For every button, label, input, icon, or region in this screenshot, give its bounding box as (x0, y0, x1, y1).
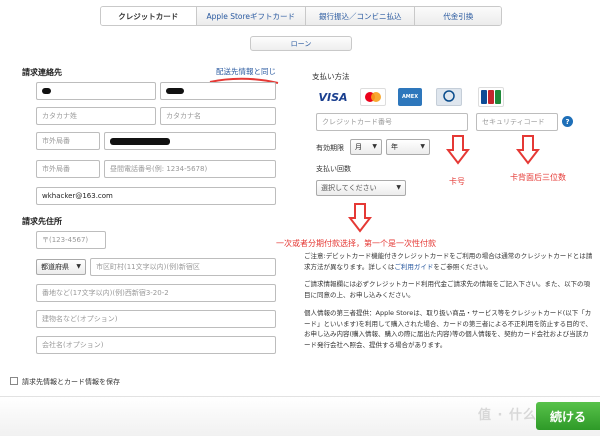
amex-logo-text: AMEX (401, 94, 419, 100)
annotation-security-code: 卡背面后三位数 (510, 173, 566, 182)
expiry-year-value: 年 (391, 143, 398, 151)
security-code-field[interactable]: セキュリティコード (476, 113, 558, 131)
visa-logo-icon: VISA (316, 87, 350, 107)
expiry-label: 有効期限 (316, 144, 344, 152)
installments-select[interactable]: 選択してください ▼ (316, 180, 406, 196)
debit-card-notice: ご注意:デビットカード機能付きクレジットカードをご利用の場合は通常のクレジットカ… (304, 251, 594, 272)
usage-guide-link[interactable]: ご利用ガイド (394, 263, 433, 271)
street-address-field[interactable]: 番地など(17文字以内)(例)西新宿3-20-2 (36, 284, 276, 302)
chevron-down-icon: ▼ (420, 143, 425, 150)
card-number-field[interactable]: クレジットカード番号 (316, 113, 468, 131)
prefecture-value: 都道府県 (41, 263, 69, 271)
chevron-down-icon: ▼ (396, 184, 401, 191)
postal-code-field[interactable]: 〒(123-4567) (36, 231, 106, 249)
annotation-arrow-down-icon (348, 203, 372, 233)
annotation-arrow-down-icon (516, 135, 540, 165)
payment-method-label: 支払い方法 (312, 72, 350, 81)
billing-address-title: 請求先住所 (22, 217, 62, 226)
diners-logo-icon (436, 88, 462, 106)
expiry-month-select[interactable]: 月 ▼ (350, 139, 382, 155)
area-code-field-2[interactable]: 市外局番 (36, 160, 100, 178)
first-name-kana-field[interactable]: カタカナ名 (160, 107, 276, 125)
privacy-notice: 個人情報の第三者提供：Apple Storeは、取り扱い商品・サービス等をクレジ… (304, 309, 592, 349)
notice-text-end: をご参照ください。 (433, 262, 492, 271)
first-name-field[interactable] (160, 82, 276, 100)
redaction-mark (110, 137, 170, 145)
expiry-year-select[interactable]: 年 ▼ (386, 139, 430, 155)
continue-button[interactable]: 続ける (536, 402, 600, 430)
help-icon[interactable]: ? (562, 116, 573, 127)
area-code-field[interactable]: 市外局番 (36, 132, 100, 150)
building-field[interactable]: 建物名など(オプション) (36, 310, 276, 328)
chevron-down-icon: ▼ (372, 143, 377, 150)
chevron-down-icon: ▼ (76, 263, 81, 270)
billing-contact-title: 請求連絡先 (22, 68, 62, 77)
redaction-mark (42, 88, 51, 94)
last-name-kana-field[interactable]: カタカナ姓 (36, 107, 156, 125)
installments-label: 支払い回数 (316, 165, 351, 173)
save-info-checkbox[interactable] (10, 377, 18, 385)
amex-logo-icon: AMEX (398, 88, 422, 106)
tab-cash-on-delivery[interactable]: 代金引換 (415, 7, 501, 25)
billing-info-notice: ご請求情報欄には必ずクレジットカード利用代金ご請求先の情報をご記入下さい。また、… (304, 280, 590, 299)
annotation-card-number: 卡号 (449, 177, 465, 186)
installments-value: 選択してください (321, 184, 377, 192)
jcb-logo-stripes (481, 90, 501, 104)
prefecture-select[interactable]: 都道府県 ▼ (36, 259, 86, 275)
jcb-logo-icon (478, 87, 504, 107)
daytime-phone-field[interactable]: 昼間電話番号(例: 1234-5678) (104, 160, 276, 178)
save-info-label: 請求先情報とカード情報を保存 (22, 378, 120, 386)
company-field[interactable]: 会社名(オプション) (36, 336, 276, 354)
last-name-field[interactable] (36, 82, 156, 100)
annotation-installments: 一次或者分期付款选择，第一个是一次性付款 (276, 239, 436, 248)
visa-logo-text: VISA (318, 90, 348, 104)
payment-method-tabs: クレジットカード Apple Storeギフトカード 銀行振込／コンビニ払込 代… (100, 6, 502, 26)
diners-circle-icon (443, 90, 455, 102)
expiry-month-value: 月 (355, 143, 362, 151)
loan-button[interactable]: ローン (250, 36, 352, 51)
tab-gift-card[interactable]: Apple Storeギフトカード (196, 7, 306, 25)
tab-credit-card[interactable]: クレジットカード (101, 7, 197, 25)
redaction-mark (166, 88, 184, 94)
tab-bank-transfer[interactable]: 銀行振込／コンビニ払込 (305, 7, 416, 25)
annotation-arrow-down-icon (446, 135, 470, 165)
phone-field[interactable] (104, 132, 276, 150)
mastercard-circles-icon (365, 92, 381, 102)
city-field[interactable]: 市区町村(11文字以内)(例)新宿区 (90, 258, 276, 276)
email-field[interactable]: wkhacker@163.com (36, 187, 276, 205)
mastercard-logo-icon (360, 88, 386, 106)
